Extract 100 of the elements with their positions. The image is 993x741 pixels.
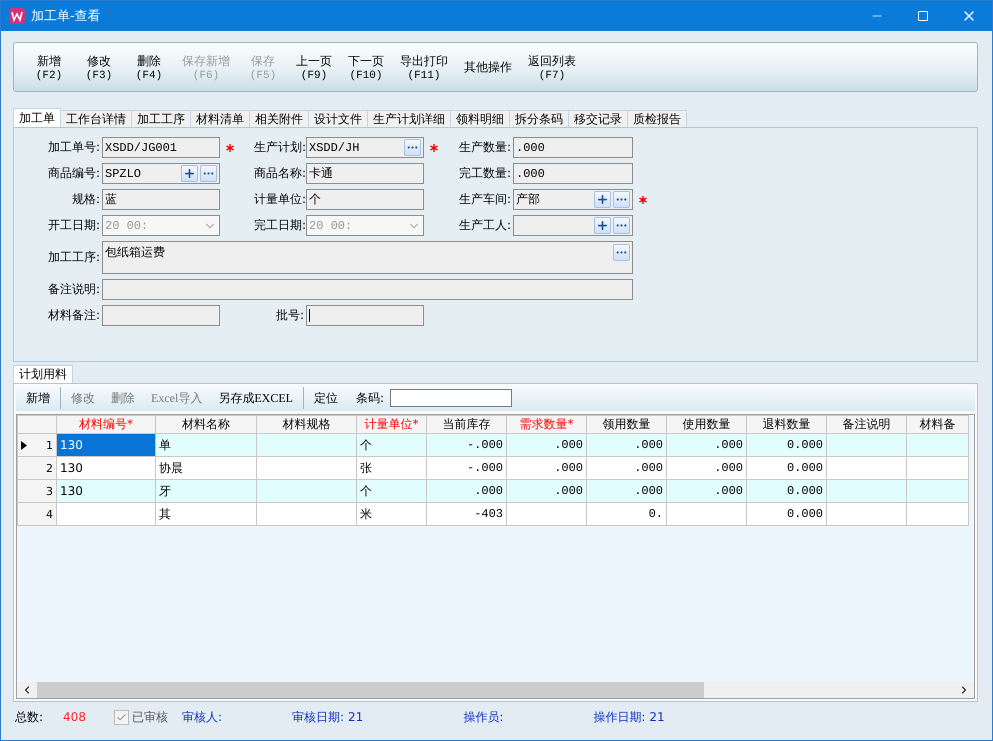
table-cell: 0.	[586, 502, 666, 526]
input-field[interactable]: 卡通	[306, 163, 424, 184]
tab[interactable]: 拆分条码	[509, 110, 569, 127]
toolbar-button[interactable]: 新增 (F2)	[24, 52, 74, 82]
table-cell: -403	[426, 502, 506, 526]
tab[interactable]: 领料明细	[450, 110, 510, 127]
horizontal-scrollbar[interactable]	[17, 682, 974, 698]
tab[interactable]: 加工工序	[131, 110, 191, 127]
toolbar-button[interactable]: 另存成EXCEL	[210, 386, 301, 410]
scrollbar-thumb[interactable]	[37, 682, 704, 698]
barcode-field[interactable]	[390, 389, 512, 407]
toolbar-button[interactable]: 上一页 (F9)	[288, 52, 340, 82]
column-header[interactable]: 材料名称	[156, 416, 256, 434]
field-label: 批号:	[274, 307, 305, 324]
table-cell	[906, 502, 968, 526]
input-field[interactable]: SPZLO	[102, 163, 220, 184]
table-cell: .000	[506, 456, 586, 480]
input-field[interactable]	[306, 305, 424, 326]
reviewer-label: 审核人:	[182, 708, 222, 726]
table-cell: 张	[356, 456, 426, 480]
toolbar-button[interactable]: 删除 (F4)	[124, 52, 174, 82]
toolbar-button[interactable]: 修改 (F3)	[74, 52, 124, 82]
browse-button[interactable]	[200, 165, 217, 182]
input-field[interactable]: .000	[513, 137, 633, 158]
table-cell: .000	[586, 434, 666, 456]
plus-icon	[183, 167, 196, 180]
input-field[interactable]	[102, 305, 220, 326]
row-number: 1	[46, 438, 53, 452]
browse-button[interactable]	[404, 139, 421, 156]
tab[interactable]: 加工单	[13, 108, 61, 127]
plus-icon	[596, 219, 609, 232]
toolbar-button[interactable]: 新增	[18, 386, 58, 410]
table-cell: 0.000	[746, 480, 826, 502]
toolbar-button[interactable]: 导出打印 (F11)	[392, 52, 456, 82]
column-header[interactable]: 备注说明	[826, 416, 906, 434]
app-icon	[9, 8, 25, 24]
toolbar-button[interactable]: 下一页 (F10)	[340, 52, 392, 82]
table-cell: 0.000	[746, 434, 826, 456]
tab[interactable]: 材料清单	[190, 110, 250, 127]
approved-label: 已审核	[132, 708, 168, 726]
tab[interactable]: 计划用料	[13, 365, 73, 383]
browse-button[interactable]	[613, 244, 630, 261]
column-header[interactable]: 材料规格	[256, 416, 356, 434]
column-header[interactable]: 退料数量	[746, 416, 826, 434]
add-button[interactable]	[594, 217, 611, 234]
table-cell	[906, 480, 968, 502]
field-label: 加工单号:	[46, 139, 101, 156]
field-label: 生产车间:	[459, 191, 512, 208]
column-header[interactable]: 需求数量*	[506, 416, 586, 434]
field-label: 商品编号:	[46, 165, 101, 182]
input-field[interactable]: 个	[306, 189, 424, 210]
field-label: 商品名称:	[254, 165, 306, 182]
tab[interactable]: 移交记录	[568, 110, 628, 127]
table-cell: .000	[506, 434, 586, 456]
field-label: 计量单位:	[254, 191, 306, 208]
column-header[interactable]: 使用数量	[666, 416, 746, 434]
browse-button[interactable]	[613, 217, 630, 234]
tab[interactable]: 相关附件	[249, 110, 309, 127]
input-field[interactable]: 产部	[513, 189, 633, 210]
table-cell: 牙	[156, 480, 256, 502]
review-date-value: 21	[348, 710, 364, 724]
tab[interactable]: 生产计划详细	[367, 110, 451, 127]
add-button[interactable]	[181, 165, 198, 182]
input-field[interactable]: 包纸箱运费	[102, 241, 633, 274]
tab[interactable]: 设计文件	[308, 110, 368, 127]
table-cell: .000	[666, 434, 746, 456]
table-cell: .000	[666, 480, 746, 502]
field-label: 完工数量:	[459, 165, 512, 182]
input-field[interactable]: 蓝	[102, 189, 220, 210]
field-label: 开工日期:	[46, 217, 101, 234]
approved-checkbox[interactable]	[114, 710, 129, 724]
input-field[interactable]: XSDD/JG001	[102, 137, 220, 158]
operator-label: 操作员:	[463, 708, 504, 726]
input-field[interactable]	[102, 279, 633, 300]
input-field[interactable]	[513, 215, 633, 236]
table-cell	[906, 456, 968, 480]
toolbar-button[interactable]: 返回列表 (F7)	[520, 52, 584, 82]
field-label: 生产数量:	[459, 139, 512, 156]
plus-icon	[596, 193, 609, 206]
table-cell: 个	[356, 434, 426, 456]
browse-button[interactable]	[613, 191, 630, 208]
toolbar-button[interactable]: 定位	[306, 386, 346, 410]
field-label: 生产工人:	[459, 217, 512, 234]
column-header[interactable]: 当前库存	[426, 416, 506, 434]
table-cell: 协晨	[156, 456, 256, 480]
tab[interactable]: 工作台详情	[60, 110, 132, 127]
column-header[interactable]: 计量单位*	[356, 416, 426, 434]
add-button[interactable]	[594, 191, 611, 208]
column-header[interactable]: 领用数量	[586, 416, 666, 434]
toolbar-button[interactable]: 其他操作	[456, 58, 520, 76]
input-field[interactable]: XSDD/JH	[306, 137, 424, 158]
operate-date-label: 操作日期:	[593, 708, 646, 726]
table-cell: 个	[356, 480, 426, 502]
table-cell: -.000	[426, 434, 506, 456]
column-header[interactable]: 材料编号*	[56, 416, 156, 434]
tab[interactable]: 质检报告	[627, 110, 687, 127]
column-header[interactable]: 材料备	[906, 416, 968, 434]
row-number: 3	[46, 484, 53, 498]
check-icon	[116, 712, 127, 722]
input-field[interactable]: .000	[513, 163, 633, 184]
